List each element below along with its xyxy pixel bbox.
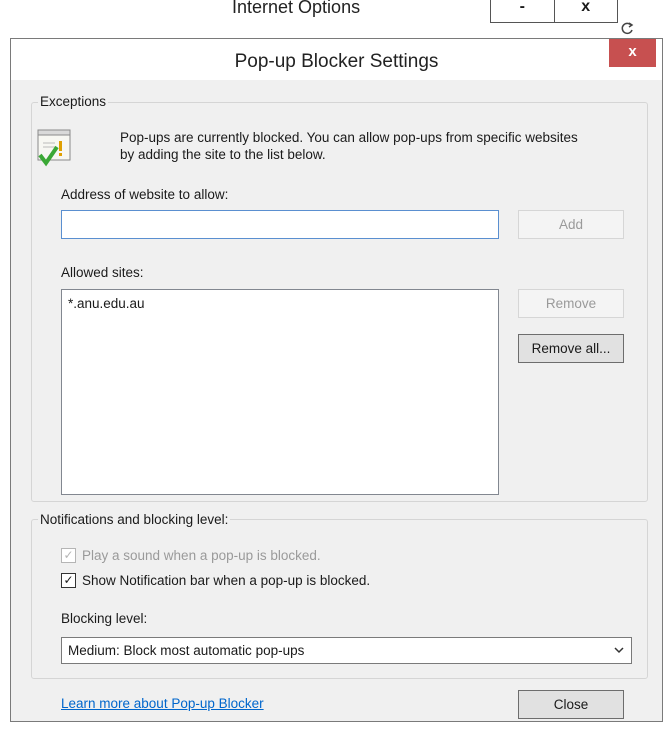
play-sound-row: ✓ Play a sound when a pop-up is blocked. [61,548,321,563]
notifications-legend: Notifications and blocking level: [38,512,231,527]
address-label: Address of website to allow: [61,187,229,202]
address-input[interactable] [61,210,499,239]
close-button[interactable]: Close [518,690,624,719]
allowed-sites-list[interactable]: *.anu.edu.au [61,289,499,495]
parent-window-buttons: - x [490,0,618,23]
allowed-sites-label: Allowed sites: [61,265,144,280]
parent-close-button[interactable]: x [555,0,618,22]
refresh-icon[interactable] [620,20,634,39]
dialog-titlebar[interactable]: Pop-up Blocker Settings x [11,39,662,80]
blocking-level-value: Medium: Block most automatic pop-ups [68,643,305,658]
parent-minimize-button[interactable]: - [491,0,555,22]
dialog-close-button[interactable]: x [609,39,656,67]
blocking-level-label: Blocking level: [61,611,148,626]
exceptions-legend: Exceptions [38,94,109,109]
exceptions-info-text: Pop-ups are currently blocked. You can a… [120,130,578,162]
parent-window-bottom [0,722,663,744]
show-notification-bar-label: Show Notification bar when a pop-up is b… [82,573,371,588]
play-sound-label: Play a sound when a pop-up is blocked. [82,548,321,563]
add-button[interactable]: Add [518,210,624,239]
dialog-title: Pop-up Blocker Settings [234,51,439,72]
remove-button[interactable]: Remove [518,289,624,318]
blocking-level-select[interactable]: Medium: Block most automatic pop-ups [61,637,632,664]
popup-blocker-dialog: Pop-up Blocker Settings x Exceptions Pop… [10,38,663,722]
parent-window-strip: Internet Options - x [0,0,663,40]
show-notification-bar-checkbox[interactable]: ✓ [61,573,76,588]
show-bar-row: ✓ Show Notification bar when a pop-up is… [61,573,370,588]
popup-blocked-icon [37,129,71,169]
parent-window-title: Internet Options [232,0,361,17]
chevron-down-icon [613,640,625,663]
learn-more-link[interactable]: Learn more about Pop-up Blocker [61,696,264,711]
play-sound-checkbox[interactable]: ✓ [61,548,76,563]
remove-all-button[interactable]: Remove all... [518,334,624,363]
list-item[interactable]: *.anu.edu.au [68,296,145,311]
